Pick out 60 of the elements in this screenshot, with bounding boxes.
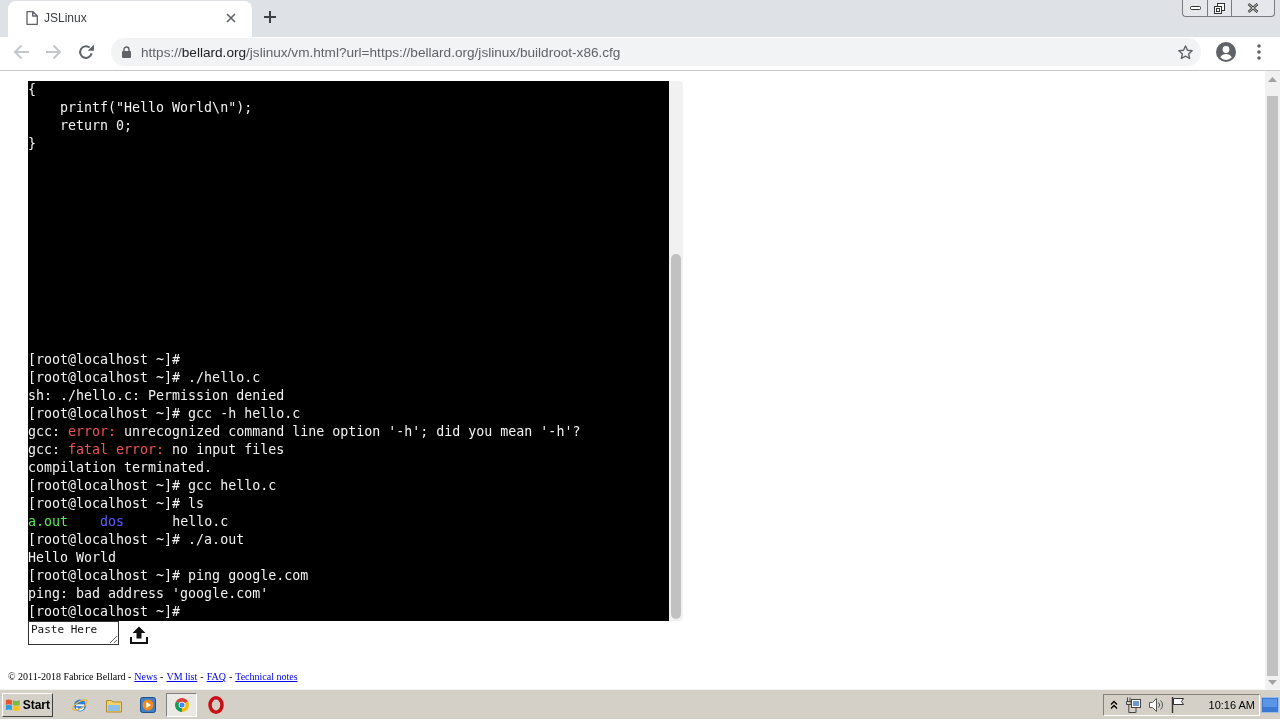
restore-icon (1214, 2, 1225, 14)
network-icon[interactable] (1125, 696, 1141, 713)
terminal-line: [root@localhost ~]# gcc hello.c (28, 477, 277, 495)
terminal-line: compilation terminated. (28, 459, 213, 477)
new-tab-icon[interactable] (264, 11, 276, 23)
terminal-line: { (28, 81, 36, 99)
chevron-up-icon[interactable] (1110, 699, 1118, 710)
show-desktop-icon[interactable] (1261, 696, 1279, 713)
scrollbar-thumb[interactable] (671, 254, 681, 619)
terminal-line: ping: bad address 'google.com' (28, 585, 269, 603)
footer-link[interactable]: FAQ (206, 671, 226, 682)
footer-link[interactable]: VM list (166, 671, 198, 682)
bookmark-star-icon[interactable] (1178, 44, 1193, 60)
terminal-line: a.out dos hello.c (28, 513, 229, 531)
terminal-line: Hello World (28, 549, 117, 567)
terminal-line: gcc: fatal error: no input files (28, 441, 285, 459)
clock-time[interactable]: 10:16 AM (1208, 698, 1255, 711)
scrollbar-thumb[interactable] (1267, 96, 1278, 676)
address-bar[interactable]: https://bellard.org/jslinux/vm.html?url=https://bellard.org/jslinux/buildroot-x86.cfg (111, 38, 1201, 66)
terminal-line: [root@localhost ~]# gcc -h hello.c (28, 405, 301, 423)
waving-flag-icon (5, 696, 21, 713)
terminal-line: [root@localhost ~]# ping google.com (28, 567, 309, 585)
lock-icon (122, 46, 131, 58)
page-icon (26, 10, 38, 25)
footer-text: © 2011-2018 Fabrice Bellard - News - VM list - FAQ - Technical notes (8, 671, 298, 682)
close-icon[interactable] (226, 12, 236, 23)
footer-link[interactable]: Technical notes (235, 671, 298, 682)
taskbar-button[interactable] (166, 692, 197, 717)
menu-icon[interactable] (1257, 44, 1261, 60)
terminal-line: printf("Hello World\n"); (59, 99, 253, 117)
terminal-line: } (28, 135, 36, 153)
paste-field[interactable]: Paste Here (28, 621, 119, 645)
terminal-line: [root@localhost ~]# (28, 603, 181, 621)
restore-button[interactable] (1207, 0, 1231, 17)
terminal-line: [root@localhost ~]# ls (28, 495, 205, 513)
close-icon (1247, 3, 1259, 13)
profile-icon[interactable] (1216, 42, 1236, 62)
play-icon (139, 696, 156, 713)
start-button[interactable]: Start (2, 692, 53, 717)
url-text: https://bellard.org/jslinux/vm.html?url=https://bellard.org/jslinux/buildroot-x86.cfg (141, 44, 621, 60)
ring-icon (207, 695, 224, 714)
close-window-button[interactable] (1231, 0, 1275, 17)
terminal-line: [root@localhost ~]# ./a.out (28, 531, 245, 549)
flag-icon[interactable] (1171, 696, 1185, 713)
terminal-line: [root@localhost ~]# (28, 351, 181, 369)
browser-tab[interactable]: JSLinux (8, 1, 252, 37)
upload-icon[interactable] (130, 626, 148, 644)
speaker-icon[interactable] (1148, 696, 1164, 713)
scrollbar-track[interactable] (1265, 71, 1280, 689)
terminal-line: sh: ./hello.c: Permission denied (28, 387, 285, 405)
terminal-screen[interactable] (28, 81, 669, 621)
scrollbar-track[interactable] (669, 81, 683, 621)
minimize-button[interactable] (1182, 0, 1207, 17)
terminal-line: [root@localhost ~]# ./hello.c (28, 369, 261, 387)
minimize-icon (1189, 6, 1201, 10)
terminal-line: gcc: error: unrecognized command line option '-h'; did you mean '-h'? (28, 423, 581, 441)
tricolor-ball-icon (173, 696, 190, 713)
terminal-line: return 0; (59, 117, 133, 135)
footer-link[interactable]: News (134, 671, 158, 682)
reload-icon[interactable] (78, 44, 94, 60)
